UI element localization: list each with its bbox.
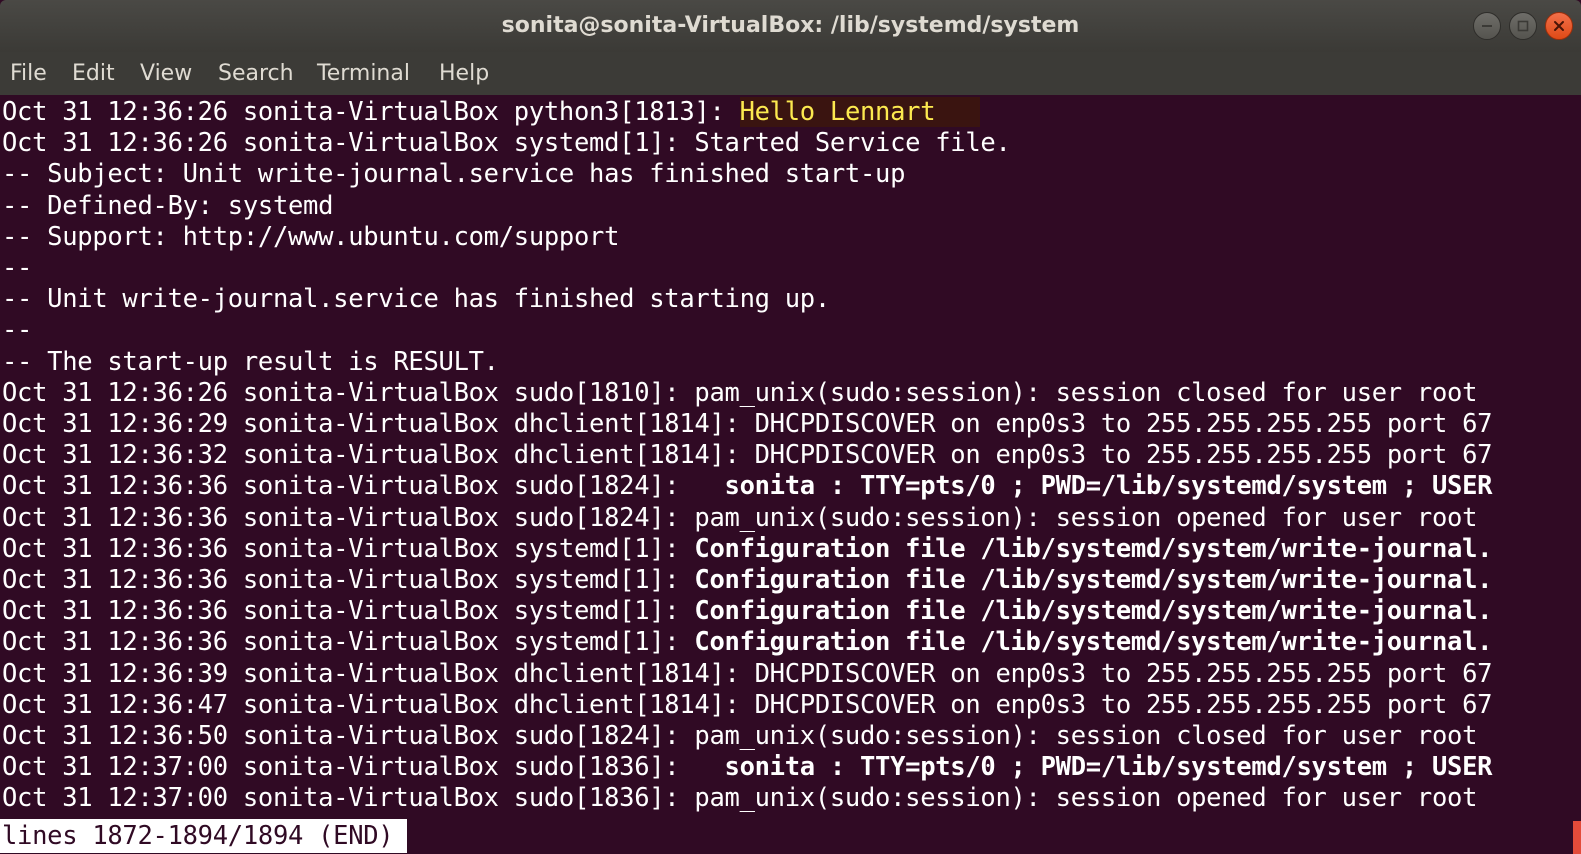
log-line: -- xyxy=(2,315,32,346)
log-line: Oct 31 12:36:29 sonita-VirtualBox dhclie… xyxy=(2,409,1493,440)
log-line: -- xyxy=(2,253,32,284)
log-line-prefix: Oct 31 12:36:36 sonita-VirtualBox system… xyxy=(2,596,695,627)
log-line: Oct 31 12:36:47 sonita-VirtualBox dhclie… xyxy=(2,689,1493,721)
log-line-prefix: Oct 31 12:36:39 sonita-VirtualBox dhclie… xyxy=(2,658,755,689)
log-line: Oct 31 12:36:36 sonita-VirtualBox system… xyxy=(2,627,1492,658)
log-line: Oct 31 12:36:39 sonita-VirtualBox dhclie… xyxy=(2,658,1493,690)
log-line-message: DHCPDISCOVER on enp0s3 to 255.255.255.25… xyxy=(754,658,1493,689)
log-line-prefix: Oct 31 12:36:47 sonita-VirtualBox dhclie… xyxy=(2,689,755,720)
window-controls xyxy=(1473,12,1573,40)
scroll-marker xyxy=(1573,821,1581,854)
log-line-prefix: Oct 31 12:36:29 sonita-VirtualBox dhclie… xyxy=(2,409,755,439)
log-line-message: -- xyxy=(2,253,33,283)
log-line-message: DHCPDISCOVER on enp0s3 to 255.255.255.25… xyxy=(754,409,1493,439)
maximize-button[interactable] xyxy=(1509,12,1537,40)
log-line: Oct 31 12:36:26 sonita-VirtualBox sudo[1… xyxy=(2,378,1477,409)
log-line: Oct 31 12:36:50 sonita-VirtualBox sudo[1… xyxy=(2,721,1477,752)
log-line-message: sonita : TTY=pts/0 ; PWD=/lib/systemd/sy… xyxy=(724,471,1493,502)
log-line-prefix: Oct 31 12:36:36 sonita-VirtualBox system… xyxy=(2,627,695,658)
log-line-prefix: Oct 31 12:36:26 sonita-VirtualBox system… xyxy=(2,128,695,159)
window-title: sonita@sonita-VirtualBox: /lib/systemd/s… xyxy=(501,13,1080,38)
maximize-icon xyxy=(1517,20,1529,32)
log-line-message: -- Defined-By: systemd xyxy=(2,190,334,221)
log-line-prefix: Oct 31 12:36:36 sonita-VirtualBox sudo[1… xyxy=(2,502,695,533)
menu-view[interactable]: View xyxy=(140,60,192,88)
log-line: -- Subject: Unit write-journal.service h… xyxy=(2,159,905,190)
log-line: -- Support: http://www.ubuntu.com/suppor… xyxy=(2,222,619,253)
log-line-prefix: Oct 31 12:36:36 sonita-VirtualBox system… xyxy=(2,533,695,564)
log-line: Oct 31 12:36:26 sonita-VirtualBox system… xyxy=(2,128,1011,159)
log-line-prefix: Oct 31 12:36:36 sonita-VirtualBox sudo[1… xyxy=(2,471,725,502)
log-line: Oct 31 12:37:00 sonita-VirtualBox sudo[1… xyxy=(2,783,1477,814)
log-line: Oct 31 12:36:36 sonita-VirtualBox system… xyxy=(2,565,1492,596)
close-icon xyxy=(1554,21,1564,31)
log-line-message: Configuration file /lib/systemd/system/w… xyxy=(694,627,1493,658)
log-line: -- The start-up result is RESULT. xyxy=(2,347,499,378)
minimize-button[interactable] xyxy=(1473,12,1501,40)
log-line-message: pam_unix(sudo:session): session opened f… xyxy=(694,502,1478,533)
log-line-message: -- The start-up result is RESULT. xyxy=(2,346,499,377)
log-line-prefix: Oct 31 12:36:32 sonita-VirtualBox dhclie… xyxy=(2,440,755,471)
log-line-message: Hello Lennart xyxy=(739,97,981,127)
log-line-prefix: Oct 31 12:36:26 sonita-VirtualBox sudo[1… xyxy=(2,377,695,408)
log-line-message: DHCPDISCOVER on enp0s3 to 255.255.255.25… xyxy=(754,440,1493,471)
log-line-message: Started Service file. xyxy=(694,128,1011,159)
log-line-message: Configuration file /lib/systemd/system/w… xyxy=(694,596,1493,627)
log-line: Oct 31 12:36:36 sonita-VirtualBox sudo[1… xyxy=(2,471,1492,502)
log-line-message: Configuration file /lib/systemd/system/w… xyxy=(694,565,1493,595)
log-line-message: Configuration file /lib/systemd/system/w… xyxy=(694,533,1493,564)
menu-bar: File Edit View Search Terminal Help xyxy=(0,52,1581,95)
title-bar[interactable]: sonita@sonita-VirtualBox: /lib/systemd/s… xyxy=(0,0,1581,52)
log-line-prefix: Oct 31 12:36:50 sonita-VirtualBox sudo[1… xyxy=(2,721,695,751)
pager-status: lines 1872-1894/1894 (END) xyxy=(0,819,408,853)
log-line: Oct 31 12:36:32 sonita-VirtualBox dhclie… xyxy=(2,440,1493,471)
menu-file[interactable]: File xyxy=(10,60,47,88)
log-line-message: DHCPDISCOVER on enp0s3 to 255.255.255.25… xyxy=(754,689,1493,720)
menu-terminal[interactable]: Terminal xyxy=(317,60,410,88)
log-line-message: -- Unit write-journal.service has finish… xyxy=(2,284,830,315)
log-line-message: sonita : TTY=pts/0 ; PWD=/lib/systemd/sy… xyxy=(724,752,1493,783)
log-line-message: pam_unix(sudo:session): session opened f… xyxy=(694,783,1478,814)
log-line-prefix: Oct 31 12:37:00 sonita-VirtualBox sudo[1… xyxy=(2,783,695,814)
log-line-message: pam_unix(sudo:session): session closed f… xyxy=(694,721,1478,751)
log-line-prefix: Oct 31 12:37:00 sonita-VirtualBox sudo[1… xyxy=(2,752,725,783)
terminal-window: sonita@sonita-VirtualBox: /lib/systemd/s… xyxy=(0,0,1581,854)
terminal-output[interactable]: Oct 31 12:36:26 sonita-VirtualBox python… xyxy=(0,95,1581,854)
log-line-message: -- Support: http://www.ubuntu.com/suppor… xyxy=(2,221,620,252)
menu-search[interactable]: Search xyxy=(218,60,294,88)
log-line: Oct 31 12:36:36 sonita-VirtualBox sudo[1… xyxy=(2,503,1477,534)
log-line-message: pam_unix(sudo:session): session closed f… xyxy=(694,377,1478,408)
log-line: Oct 31 12:36:36 sonita-VirtualBox system… xyxy=(2,534,1492,565)
log-line: Oct 31 12:36:36 sonita-VirtualBox system… xyxy=(2,596,1492,627)
menu-help[interactable]: Help xyxy=(439,60,489,88)
close-button[interactable] xyxy=(1545,12,1573,40)
log-line: -- Unit write-journal.service has finish… xyxy=(2,284,830,315)
menu-edit[interactable]: Edit xyxy=(72,60,115,88)
log-line-message: -- Subject: Unit write-journal.service h… xyxy=(2,159,906,190)
log-line-prefix: Oct 31 12:36:36 sonita-VirtualBox system… xyxy=(2,565,695,595)
log-line-prefix: Oct 31 12:36:26 sonita-VirtualBox python… xyxy=(2,97,740,127)
log-line-message: -- xyxy=(2,315,33,346)
log-line: Oct 31 12:36:26 sonita-VirtualBox python… xyxy=(2,97,981,128)
log-line: Oct 31 12:37:00 sonita-VirtualBox sudo[1… xyxy=(2,752,1492,783)
log-line: -- Defined-By: systemd xyxy=(2,191,333,222)
minimize-icon xyxy=(1482,25,1492,27)
